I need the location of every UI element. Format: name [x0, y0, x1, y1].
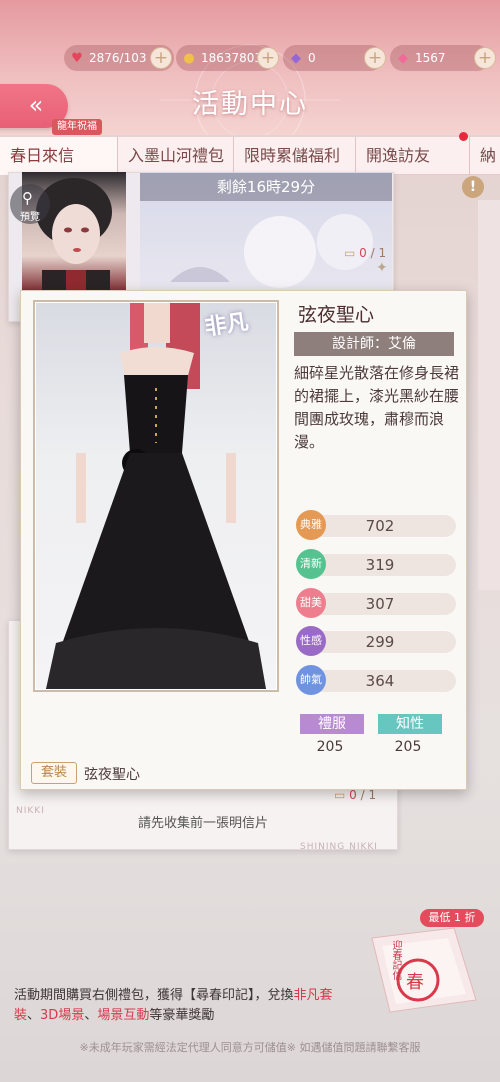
notification-dot — [459, 132, 468, 141]
stat-sweet-badge: 甜美 — [296, 588, 326, 618]
gift-pack-button[interactable]: 迎春記信 春 — [368, 920, 480, 1016]
double-chevron-left-icon: « — [28, 91, 44, 119]
designer-label: 設計師：艾倫 — [294, 332, 454, 356]
stamina-value: 2876/103 — [89, 51, 147, 65]
outfit-image — [46, 303, 266, 689]
stat-cool-badge: 帥氣 — [296, 665, 326, 695]
add-purple-diamond-button[interactable]: + — [364, 47, 386, 69]
info-button[interactable]: ! — [462, 176, 484, 198]
tab-more[interactable]: 納 — [470, 137, 500, 175]
tab-badge: 龍年祝福 — [52, 119, 102, 135]
gift-stamp: 春 — [406, 972, 424, 993]
preview-button[interactable]: ⚲ 預覽 — [10, 184, 50, 224]
stat-elegant: 典雅 702 — [296, 510, 456, 540]
countdown-timer: 剩餘16時29分 — [140, 173, 392, 201]
stat-fresh-value: 319 — [365, 556, 395, 574]
tab-limited-recharge[interactable]: 限時累儲福利 — [234, 136, 356, 175]
event-description: 活動期間購買右側禮包，獲得【尋春印記】，兌換非凡套裝、3D場景、場景互動等豪華獎… — [14, 986, 344, 1026]
envelope-icon: ▭ — [344, 246, 356, 260]
tag-gown-value: 205 — [316, 739, 344, 755]
exclamation-icon: ! — [469, 179, 477, 195]
progress-current: 0 — [359, 246, 367, 260]
coin-icon: ● — [183, 50, 195, 66]
stat-sexy-value: 299 — [365, 633, 395, 651]
suit-tag: 套裝 — [31, 762, 77, 784]
stat-sexy-badge: 性感 — [296, 626, 326, 656]
stat-sweet-value: 307 — [365, 595, 395, 613]
tag-intellectual: 知性 — [378, 714, 442, 734]
stat-cool-value: 364 — [365, 672, 395, 690]
collect-progress: ▭ 0 / 1 — [344, 246, 386, 260]
tab-ink-pack[interactable]: 入墨山河禮包 — [118, 136, 234, 175]
reward-interaction: 場景互動 — [97, 1008, 150, 1023]
purple-diamond-value: 0 — [308, 51, 316, 65]
coin-value: 18637803 — [201, 51, 263, 65]
add-stamina-button[interactable]: + — [150, 47, 172, 69]
brand-text-right: SHINING NIKKI — [300, 842, 378, 852]
separator: 、 — [27, 1008, 41, 1023]
preview-label: 預覽 — [20, 212, 40, 223]
tab-visit-friends[interactable]: 開逸訪友 — [356, 136, 470, 175]
diamond-purple-icon: ◆ — [291, 50, 301, 66]
progress-total: / 1 — [370, 246, 387, 260]
tag-intellectual-value: 205 — [394, 739, 422, 755]
suit-name[interactable]: 弦夜聖心 — [84, 764, 140, 784]
item-name: 弦夜聖心 — [298, 304, 375, 326]
envelope-icon: ▭ — [334, 788, 346, 802]
stat-elegant-value: 702 — [365, 517, 395, 535]
progress-current-lower: 0 — [349, 788, 357, 802]
stat-elegant-badge: 典雅 — [296, 510, 326, 540]
stat-cool: 帥氣 364 — [296, 665, 456, 695]
outfit-preview — [36, 303, 276, 689]
gift-box-icon — [371, 927, 477, 1013]
footer-disclaimer: ※未成年玩家需經法定代理人同意方可儲值※ 如遇儲值問題請聯繫客服 — [79, 1041, 421, 1054]
event-description-end: 等豪華獎勵 — [149, 1008, 215, 1023]
add-pink-diamond-button[interactable]: + — [474, 47, 496, 69]
magnifier-icon: ⚲ — [22, 189, 33, 207]
gift-title: 迎春記信 — [390, 940, 401, 980]
tag-gown: 禮服 — [300, 714, 364, 734]
item-description: 細碎星光散落在修身長裙的裙擺上，漆光黑紗在腰間團成玫瑰，肅穆而浪漫。 — [294, 364, 460, 451]
separator: 、 — [84, 1008, 98, 1023]
heart-icon: ♥ — [71, 50, 83, 66]
add-coin-button[interactable]: + — [257, 47, 279, 69]
reward-3d-scene: 3D場景 — [40, 1008, 85, 1023]
collect-progress-lower: ▭ 0 / 1 — [334, 788, 376, 802]
rarity-badge: 非凡 — [202, 308, 251, 341]
tab-spring-letter[interactable]: 春日來信 — [0, 136, 118, 175]
tab-bar: 春日來信 入墨山河禮包 限時累儲福利 開逸訪友 納 — [0, 136, 500, 175]
svg-text:✦: ✦ — [376, 260, 388, 276]
side-card-edge — [478, 200, 500, 590]
progress-total-lower: / 1 — [360, 788, 377, 802]
collect-message: 請先收集前一張明信片 — [137, 816, 268, 831]
discount-badge: 最低 1 折 — [420, 909, 484, 927]
diamond-pink-icon: ◆ — [398, 50, 408, 66]
page-title: 活動中心 — [192, 89, 308, 120]
stat-fresh-badge: 清新 — [296, 549, 326, 579]
event-description-part1: 活動期間購買右側禮包，獲得【尋春印記】，兌換 — [14, 988, 294, 1003]
stat-fresh: 清新 319 — [296, 549, 456, 579]
pink-diamond-value: 1567 — [415, 51, 446, 65]
stat-sexy: 性感 299 — [296, 626, 456, 656]
stat-sweet: 甜美 307 — [296, 588, 456, 618]
